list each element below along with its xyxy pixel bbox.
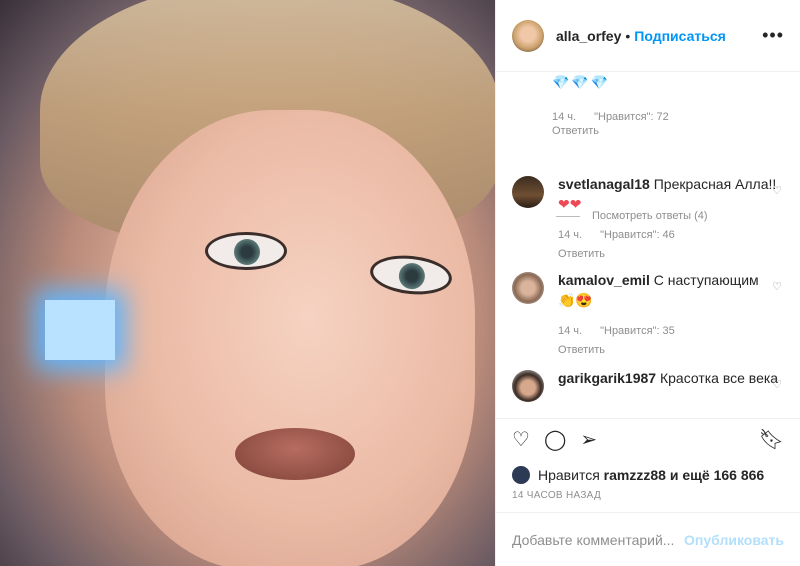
comment-body: kamalov_emil С наступающим 👏😍 14 ч. "Нра… [558, 272, 792, 359]
comment-emoji: 👏😍 [558, 292, 593, 308]
comment-meta: 14 ч. "Нравится": 35 [558, 323, 792, 340]
like-comment-heart-icon[interactable]: ♡ [772, 280, 782, 293]
commenter-avatar[interactable] [512, 272, 544, 304]
comment-emoji: 💎💎💎 [552, 74, 611, 90]
comment-item: garikgarik1987 Красотка все века ♡ [512, 370, 792, 402]
liker-username[interactable]: ramzzz88 [604, 467, 666, 483]
more-options-icon[interactable]: ••• [762, 25, 784, 46]
comment-top: 💎💎💎 14 ч. "Нравится": 72 Ответить [552, 74, 669, 137]
like-heart-icon[interactable]: ♡ [512, 427, 530, 452]
liker-avatar[interactable] [512, 466, 530, 484]
post-sidebar: alla_orfey • Подписаться ••• 💎💎💎 14 ч. "… [495, 0, 800, 566]
post-photo[interactable] [0, 0, 495, 566]
separator-dot: • [625, 27, 631, 44]
comment-meta: 14 ч. "Нравится": 72 [552, 111, 669, 123]
reply-button[interactable]: Ответить [558, 246, 792, 263]
post-header: alla_orfey • Подписаться ••• [496, 0, 800, 72]
comment-time[interactable]: 14 ч. [552, 111, 576, 123]
comment-text: Прекрасная Алла!! [653, 176, 777, 192]
add-comment-input[interactable]: Добавьте комментарий... [512, 532, 674, 548]
comment-likes[interactable]: "Нравится": 46 [600, 227, 675, 244]
author-username[interactable]: alla_orfey [556, 28, 621, 44]
commenter-username[interactable]: svetlanagal18 [558, 176, 650, 192]
comment-body: garikgarik1987 Красотка все века [558, 370, 792, 402]
reply-button[interactable]: Ответить [558, 342, 792, 359]
comment-body: svetlanagal18 Прекрасная Алла!! ❤❤ 14 ч.… [558, 176, 792, 263]
post-time[interactable]: 14 ЧАСОВ НАЗАД [496, 490, 800, 512]
likes-count-link[interactable]: и ещё 166 866 [670, 467, 764, 483]
likes-summary: Нравится ramzzz88 и ещё 166 866 [496, 460, 800, 490]
bookmark-save-icon[interactable]: 🔖︎ [759, 427, 784, 452]
comment-text: Красотка все века [659, 370, 779, 386]
follow-button[interactable]: Подписаться [634, 28, 726, 44]
commenter-avatar[interactable] [512, 176, 544, 208]
comment-emoji: ❤❤ [558, 196, 582, 212]
comment-likes[interactable]: "Нравится": 72 [594, 111, 669, 123]
share-paper-plane-icon[interactable]: ➢ [580, 427, 597, 452]
reply-button[interactable]: Ответить [552, 125, 669, 137]
comments-list[interactable]: 💎💎💎 14 ч. "Нравится": 72 Ответить Посмот… [496, 72, 800, 418]
commenter-avatar[interactable] [512, 370, 544, 402]
photo-face [105, 110, 475, 566]
like-comment-heart-icon[interactable]: ♡ [772, 378, 782, 391]
comment-time[interactable]: 14 ч. [558, 227, 582, 244]
commenter-username[interactable]: garikgarik1987 [558, 370, 656, 386]
add-comment-bar: Добавьте комментарий... Опубликовать [496, 512, 800, 566]
author-avatar[interactable] [512, 19, 544, 52]
instagram-post: alla_orfey • Подписаться ••• 💎💎💎 14 ч. "… [0, 0, 800, 566]
photo-lips [235, 428, 355, 480]
comment-item: svetlanagal18 Прекрасная Алла!! ❤❤ 14 ч.… [512, 176, 792, 263]
post-actions: ♡ ◯ ➢ 🔖︎ [496, 418, 800, 460]
comment-bubble-icon[interactable]: ◯ [544, 427, 566, 452]
comment-text: С наступающим [653, 272, 759, 288]
comment-meta: 14 ч. "Нравится": 46 [558, 227, 792, 244]
comment-item: kamalov_emil С наступающим 👏😍 14 ч. "Нра… [512, 272, 792, 359]
commenter-username[interactable]: kamalov_emil [558, 272, 650, 288]
likes-prefix: Нравится [538, 467, 600, 483]
publish-button[interactable]: Опубликовать [684, 532, 784, 548]
comment-likes[interactable]: "Нравится": 35 [600, 323, 675, 340]
photo-background-light [45, 300, 115, 360]
comment-time[interactable]: 14 ч. [558, 323, 582, 340]
photo-eye-left [205, 232, 287, 270]
like-comment-heart-icon[interactable]: ♡ [772, 184, 782, 197]
